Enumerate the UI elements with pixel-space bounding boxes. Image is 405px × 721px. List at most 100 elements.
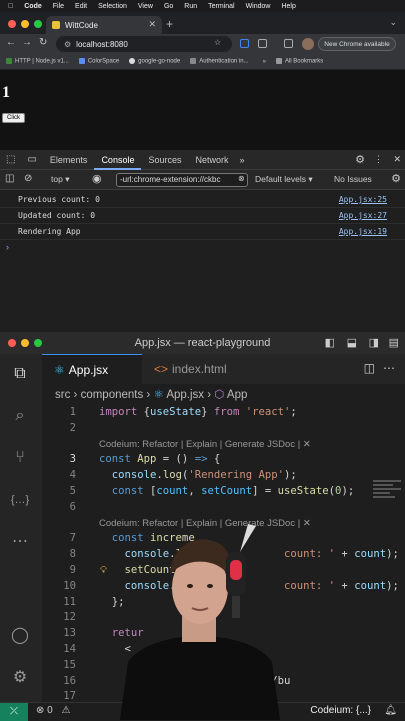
search-icon[interactable]: ⌕ bbox=[10, 406, 30, 426]
console-filter-input[interactable]: -url:chrome-extension://ckbc bbox=[116, 173, 248, 187]
toggle-sidebar-icon[interactable]: ◧ bbox=[325, 332, 335, 354]
click-button[interactable]: Click bbox=[2, 113, 25, 123]
tab-network[interactable]: Network bbox=[189, 150, 236, 170]
back-icon[interactable]: ← bbox=[6, 37, 16, 48]
log-source-link[interactable]: App.jsx:19 bbox=[339, 227, 387, 236]
customize-layout-icon[interactable]: ▤ bbox=[389, 332, 399, 354]
console-settings-icon[interactable]: ⚙ bbox=[391, 172, 401, 185]
profile-avatar[interactable] bbox=[302, 38, 314, 50]
menu-go[interactable]: Go bbox=[164, 3, 173, 10]
inspect-element-icon[interactable]: ⬚ bbox=[0, 154, 21, 165]
codeium-status[interactable]: Codeium: {...} bbox=[310, 705, 371, 716]
all-bookmarks-item[interactable]: All Bookmarks bbox=[275, 58, 323, 65]
code-line[interactable]: const [count, setCount] = useState(0); bbox=[99, 485, 354, 497]
bookmarks-bar: HTTP | Node.js v1... ColorSpace google-g… bbox=[0, 54, 405, 70]
settings-gear-icon[interactable]: ⚙ bbox=[355, 153, 365, 166]
bookmark-item[interactable]: google-go-node bbox=[129, 58, 180, 65]
vscode-minimize-button[interactable] bbox=[21, 339, 29, 347]
split-editor-icon[interactable]: ◫ bbox=[364, 361, 375, 375]
menu-window[interactable]: Window bbox=[246, 3, 271, 10]
toggle-secondary-sidebar-icon[interactable]: ◨ bbox=[369, 332, 379, 354]
console-prompt-chevron-icon[interactable]: › bbox=[6, 242, 9, 252]
live-expression-eye-icon[interactable]: ◉ bbox=[92, 172, 102, 185]
menu-app-name[interactable]: Code bbox=[24, 3, 42, 10]
explorer-icon[interactable]: ⧉ bbox=[10, 364, 30, 384]
tab-index-html[interactable]: <> index.html bbox=[142, 354, 252, 384]
vscode-zoom-button[interactable] bbox=[34, 339, 42, 347]
log-source-link[interactable]: App.jsx:25 bbox=[339, 195, 387, 204]
menu-view[interactable]: View bbox=[138, 3, 153, 10]
side-panel-icon[interactable] bbox=[284, 39, 293, 48]
close-tab-icon[interactable]: ✕ bbox=[148, 19, 156, 30]
tab-console[interactable]: Console bbox=[94, 150, 142, 170]
bookmark-item[interactable]: HTTP | Node.js v1... bbox=[6, 58, 69, 65]
sidebar-toggle-icon[interactable]: ◫ bbox=[5, 173, 14, 184]
extensions-puzzle-icon[interactable] bbox=[258, 39, 267, 48]
bookmark-item[interactable]: Authentication in... bbox=[190, 58, 249, 65]
react-file-icon: ⚛ bbox=[153, 389, 164, 401]
menu-terminal[interactable]: Terminal bbox=[208, 3, 234, 10]
menu-run[interactable]: Run bbox=[184, 3, 197, 10]
toggle-panel-icon[interactable]: ⬓ bbox=[347, 332, 357, 354]
html-file-icon: <> bbox=[154, 362, 169, 376]
breadcrumb-item[interactable]: App bbox=[227, 389, 247, 401]
presenter-image bbox=[120, 524, 280, 720]
menu-file[interactable]: File bbox=[53, 3, 64, 10]
more-tabs-icon[interactable]: » bbox=[236, 155, 249, 165]
browser-tab[interactable]: WittCode ✕ bbox=[46, 16, 162, 34]
breadcrumb-item[interactable]: components bbox=[81, 389, 144, 401]
tab-elements[interactable]: Elements bbox=[43, 150, 95, 170]
minimize-window-button[interactable] bbox=[21, 20, 29, 28]
account-icon[interactable]: ◯ bbox=[10, 626, 30, 646]
extension-icon[interactable] bbox=[240, 39, 249, 48]
clear-console-icon[interactable]: ⊘ bbox=[24, 173, 32, 184]
lightbulb-icon[interactable]: 💡︎ bbox=[100, 565, 107, 576]
breadcrumb-item[interactable]: App.jsx bbox=[166, 389, 204, 401]
code-line[interactable]: const App = () => { bbox=[99, 453, 220, 465]
issues-counter[interactable]: No Issues bbox=[334, 174, 372, 184]
clear-filter-icon[interactable]: ⊗ bbox=[238, 174, 245, 183]
menu-selection[interactable]: Selection bbox=[98, 3, 127, 10]
close-window-button[interactable] bbox=[8, 20, 16, 28]
tab-app-jsx[interactable]: ⚛ App.jsx bbox=[42, 354, 142, 384]
tab-search-chevron-icon[interactable]: ⌄ bbox=[389, 17, 397, 28]
codeium-icon[interactable]: {…} bbox=[10, 490, 30, 510]
chrome-update-button[interactable]: New Chrome available bbox=[318, 37, 396, 51]
forward-icon[interactable]: → bbox=[22, 37, 32, 48]
code-line[interactable]: console.log('Rendering App'); bbox=[99, 469, 297, 481]
remote-indicator-icon[interactable]: ⤫ bbox=[0, 703, 28, 721]
source-control-icon[interactable]: ⑂ bbox=[10, 448, 30, 468]
line-number: 3 bbox=[69, 453, 76, 466]
minimap[interactable] bbox=[373, 478, 401, 518]
more-options-icon[interactable]: ⋮ bbox=[374, 154, 383, 165]
breadcrumb-item[interactable]: src bbox=[55, 389, 70, 401]
close-devtools-icon[interactable]: ✕ bbox=[393, 154, 401, 165]
notifications-bell-icon[interactable]: 🔔︎ bbox=[384, 705, 397, 716]
code-line[interactable]: import {useState} from 'react'; bbox=[99, 406, 297, 418]
menu-edit[interactable]: Edit bbox=[75, 3, 87, 10]
zoom-window-button[interactable] bbox=[34, 20, 42, 28]
bookmarks-overflow-icon[interactable]: » bbox=[263, 59, 266, 65]
bookmark-star-icon[interactable]: ☆ bbox=[214, 38, 221, 47]
menu-bar:  Code File Edit Selection View Go Run T… bbox=[0, 0, 405, 12]
address-bar[interactable]: ⚙ localhost:8080 bbox=[56, 36, 232, 52]
more-views-icon[interactable]: ⋯ bbox=[10, 532, 30, 552]
line-number: 6 bbox=[69, 500, 76, 513]
log-source-link[interactable]: App.jsx:27 bbox=[339, 211, 387, 220]
apple-icon[interactable]:  bbox=[8, 3, 13, 10]
editor-more-icon[interactable]: ⋯ bbox=[383, 361, 395, 375]
menu-help[interactable]: Help bbox=[281, 3, 295, 10]
problems-indicator[interactable]: ⊗ 0 ⚠ bbox=[36, 705, 70, 716]
site-info-icon[interactable]: ⚙ bbox=[64, 40, 71, 49]
device-toolbar-icon[interactable]: ▭ bbox=[21, 154, 42, 165]
context-selector[interactable]: top ▾ bbox=[51, 174, 69, 185]
vscode-window-title: App.jsx — react-playground bbox=[134, 337, 271, 349]
vscode-close-button[interactable] bbox=[8, 339, 16, 347]
reload-icon[interactable]: ↻ bbox=[39, 37, 47, 48]
new-tab-icon[interactable]: + bbox=[166, 17, 173, 31]
log-levels-dropdown[interactable]: Default levels ▾ bbox=[255, 174, 313, 185]
bookmark-item[interactable]: ColorSpace bbox=[78, 58, 119, 65]
manage-gear-icon[interactable]: ⚙ bbox=[10, 668, 30, 688]
codeium-codelens[interactable]: Codeium: Refactor | Explain | Generate J… bbox=[99, 439, 311, 450]
tab-sources[interactable]: Sources bbox=[141, 150, 188, 170]
